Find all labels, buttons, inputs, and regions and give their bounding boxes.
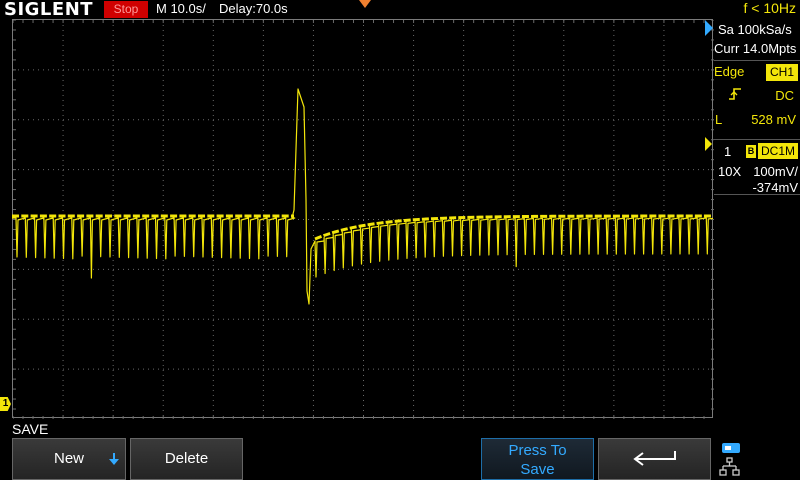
- probe-attenuation: 10X: [718, 164, 742, 179]
- timebase-readout[interactable]: M 10.0s/: [156, 1, 206, 16]
- network-icon: [719, 457, 740, 476]
- bandwidth-limit-icon: B: [746, 145, 756, 158]
- trigger-source-badge[interactable]: CH1: [766, 64, 798, 81]
- channel1-info[interactable]: 1 B DC1M 10X 100mV/ -374mV: [714, 139, 800, 195]
- vertical-scale: 100mV/: [753, 164, 798, 179]
- frequency-counter: f < 10Hz: [743, 0, 796, 16]
- info-panel: Sa 100kSa/s Curr 14.0Mpts Edge CH1 DC L …: [714, 19, 800, 139]
- system-status-icons: [719, 443, 740, 476]
- channel-number: 1: [724, 144, 732, 159]
- top-status-bar: SIGLENT Stop M 10.0s/ Delay:70.0s f < 10…: [0, 0, 800, 20]
- run-stop-status[interactable]: Stop: [104, 1, 148, 18]
- press-to-save-button[interactable]: Press To Save: [481, 438, 594, 480]
- menu-title: SAVE: [12, 421, 49, 437]
- ch1-waveform: [12, 88, 713, 305]
- rising-edge-icon: [729, 88, 741, 100]
- delete-button-label: Delete: [164, 450, 209, 467]
- return-arrow-icon: [633, 451, 676, 466]
- trigger-delay-marker-icon: [359, 0, 371, 8]
- back-button[interactable]: [598, 438, 711, 480]
- vertical-offset: -374mV: [752, 180, 798, 195]
- delay-readout[interactable]: Delay:70.0s: [219, 1, 288, 16]
- channel-coupling-badge: DC1M: [758, 143, 798, 159]
- new-button[interactable]: New: [12, 438, 126, 480]
- trigger-level-label: L: [715, 112, 723, 127]
- trigger-coupling[interactable]: DC: [775, 88, 794, 103]
- down-arrow-icon: [109, 453, 119, 465]
- press-line-2: Save: [520, 461, 555, 478]
- ch1-offset-marker[interactable]: 1: [0, 397, 11, 411]
- trigger-position-marker-icon: [705, 20, 713, 36]
- usb-icon: [722, 443, 740, 453]
- brand-logo: SIGLENT: [4, 0, 94, 20]
- delete-button[interactable]: Delete: [130, 438, 243, 480]
- press-to-save-label: Press To Save: [482, 439, 593, 479]
- trigger-level-marker-icon: [705, 137, 712, 151]
- sample-rate: Sa 100kSa/s: [718, 22, 792, 37]
- press-line-1: Press To: [508, 442, 567, 459]
- memory-depth: Curr 14.0Mpts: [714, 41, 797, 56]
- trigger-level-value[interactable]: 528 mV: [751, 112, 796, 127]
- divider: [714, 60, 800, 61]
